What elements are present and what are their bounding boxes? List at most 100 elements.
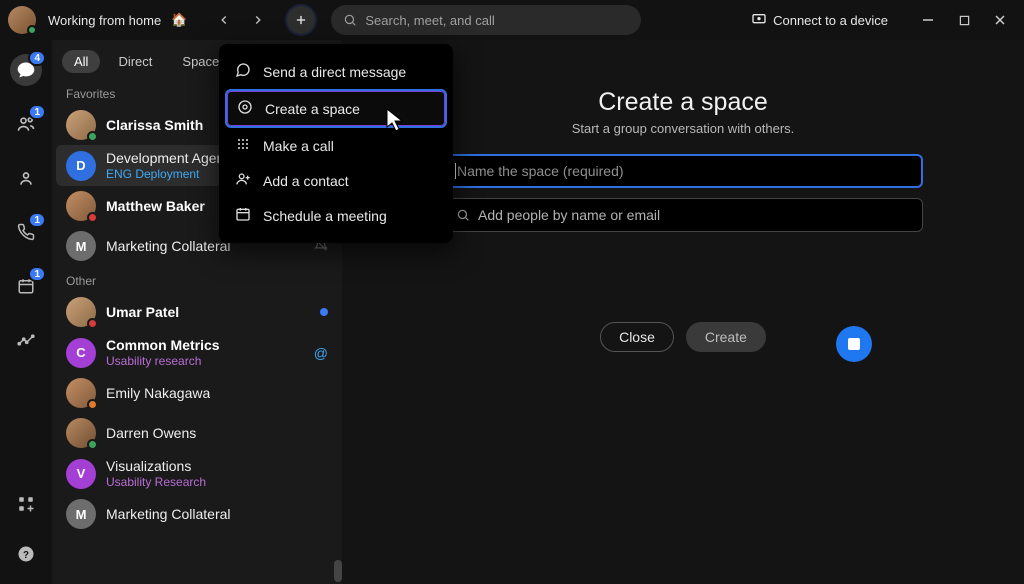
close-button[interactable]: Close (600, 322, 674, 352)
chevron-right-icon (251, 13, 265, 27)
connect-label: Connect to a device (773, 13, 888, 28)
chevron-left-icon (217, 13, 231, 27)
conversation-subtitle: Usability Research (106, 475, 206, 489)
search-icon (456, 208, 470, 222)
connect-device-button[interactable]: Connect to a device (751, 12, 888, 28)
stop-fab[interactable] (836, 326, 872, 362)
presence-indicator (87, 439, 98, 450)
avatar: M (66, 499, 96, 529)
maximize-icon (959, 15, 970, 26)
avatar (66, 418, 96, 448)
cast-icon (751, 12, 767, 28)
avatar (66, 191, 96, 221)
add-people-placeholder: Add people by name or email (478, 207, 660, 223)
conversation-row[interactable]: Umar Patel (56, 292, 338, 332)
space-icon (237, 99, 253, 118)
avatar: D (66, 151, 96, 181)
teams-icon (16, 168, 36, 188)
rail-analytics[interactable] (10, 324, 42, 356)
menu-item-label: Create a space (265, 101, 360, 117)
status-text[interactable]: Working from home (48, 13, 161, 28)
analytics-icon (17, 331, 35, 349)
conversation-row[interactable]: M Marketing Collateral (56, 494, 338, 534)
rail-calls[interactable]: 1 (10, 216, 42, 248)
menu-item-label: Send a direct message (263, 64, 406, 80)
conversation-name: Clarissa Smith (106, 117, 203, 133)
presence-dot (27, 25, 37, 35)
plus-button[interactable] (287, 6, 315, 34)
conversation-name: Marketing Collateral (106, 506, 231, 522)
dial-icon (235, 136, 251, 155)
stop-icon (848, 338, 860, 350)
nav-back-button[interactable] (211, 7, 237, 33)
tab-direct[interactable]: Direct (106, 50, 164, 73)
nav-forward-button[interactable] (245, 7, 271, 33)
rail-teams[interactable] (10, 162, 42, 194)
avatar (66, 297, 96, 327)
menu-item-label: Make a call (263, 138, 334, 154)
conversation-name: Common Metrics (106, 337, 220, 353)
rail-calendar[interactable]: 1 (10, 270, 42, 302)
tab-all[interactable]: All (62, 50, 100, 73)
conversation-name: Visualizations (106, 458, 206, 474)
menu-item-label: Add a contact (263, 173, 349, 189)
conversation-name: Marketing Collateral (106, 238, 231, 254)
chat-icon (235, 62, 251, 81)
section-other: Other (52, 266, 342, 292)
space-name-placeholder: Name the space (required) (457, 163, 624, 179)
space-name-input[interactable]: Name the space (required) (443, 154, 923, 188)
avatar: C (66, 338, 96, 368)
self-avatar[interactable] (8, 6, 36, 34)
plus-menu: Send a direct message Create a space Make … (219, 44, 453, 243)
rail-contacts[interactable]: 1 (10, 108, 42, 140)
svg-text:?: ? (23, 550, 29, 561)
close-window-button[interactable] (984, 6, 1016, 34)
presence-indicator (87, 212, 98, 223)
add-people-input[interactable]: Add people by name or email (443, 198, 923, 232)
close-icon (994, 14, 1006, 26)
menu-item-chat[interactable]: Send a direct message (225, 54, 447, 89)
global-search[interactable]: Search, meet, and call (331, 5, 641, 35)
scrollbar[interactable] (334, 560, 342, 582)
conversation-row[interactable]: Darren Owens (56, 413, 338, 453)
menu-item-dial[interactable]: Make a call (225, 128, 447, 163)
rail-chat[interactable]: 4 (10, 54, 42, 86)
rail-help[interactable]: ? (10, 538, 42, 570)
calendar-icon (235, 206, 251, 225)
app-rail: 4 1 1 1 (0, 40, 52, 584)
presence-indicator (87, 131, 98, 142)
conversation-name: Matthew Baker (106, 198, 205, 214)
avatar (66, 378, 96, 408)
titlebar: Working from home 🏠 Search, meet, and ca… (0, 0, 1024, 40)
minimize-icon (922, 14, 934, 26)
rail-calendar-badge: 1 (28, 266, 46, 282)
create-button[interactable]: Create (686, 322, 766, 352)
conversation-name: Umar Patel (106, 304, 179, 320)
conversation-row[interactable]: Emily Nakagawa (56, 373, 338, 413)
rail-contacts-badge: 1 (28, 104, 46, 120)
rail-apps[interactable] (10, 488, 42, 520)
create-space-subtitle: Start a group conversation with others. (572, 121, 795, 136)
avatar: V (66, 459, 96, 489)
minimize-button[interactable] (912, 6, 944, 34)
conversation-row[interactable]: V VisualizationsUsability Research (56, 453, 338, 494)
menu-item-calendar[interactable]: Schedule a meeting (225, 198, 447, 233)
conversation-name: Emily Nakagawa (106, 385, 210, 401)
status-emoji: 🏠 (171, 12, 187, 28)
avatar: M (66, 231, 96, 261)
menu-item-space[interactable]: Create a space (225, 89, 447, 128)
conversation-row[interactable]: C Common MetricsUsability research @ (56, 332, 338, 373)
menu-item-label: Schedule a meeting (263, 208, 387, 224)
apps-icon (17, 495, 35, 513)
presence-indicator (87, 318, 98, 329)
mention-icon: @ (314, 345, 328, 361)
unread-dot (320, 308, 328, 316)
help-icon: ? (17, 545, 35, 563)
rail-chat-badge: 4 (28, 50, 46, 66)
avatar (66, 110, 96, 140)
contact-icon (235, 171, 251, 190)
presence-indicator (87, 399, 98, 410)
conversation-subtitle: Usability research (106, 354, 220, 368)
maximize-button[interactable] (948, 6, 980, 34)
menu-item-contact[interactable]: Add a contact (225, 163, 447, 198)
